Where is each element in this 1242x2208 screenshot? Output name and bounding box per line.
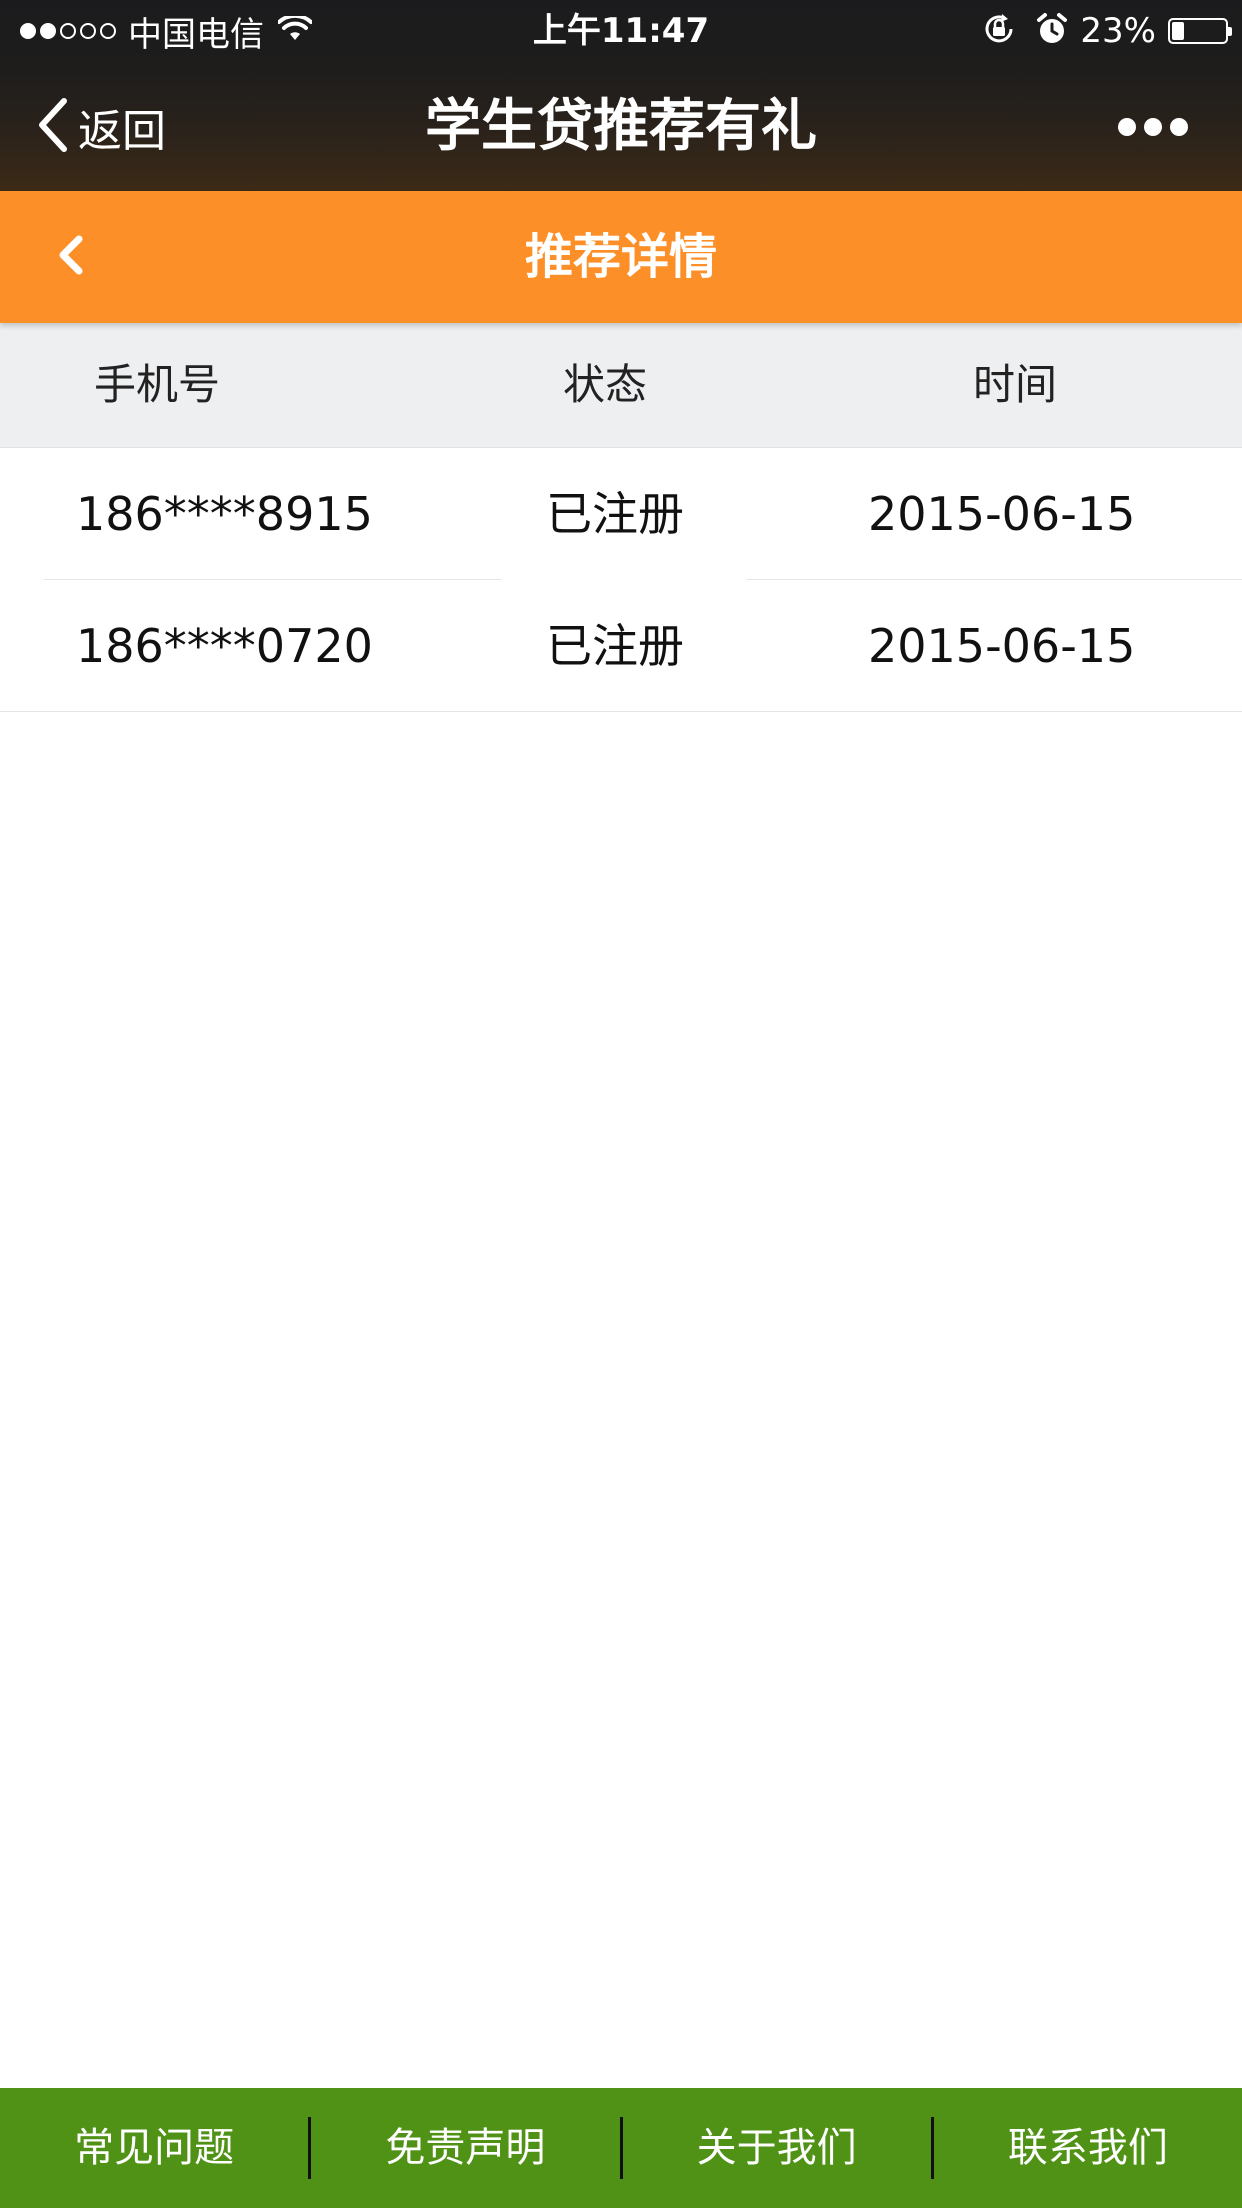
column-header-phone: 手机号 (94, 360, 221, 409)
column-header-status: 状态 (562, 360, 647, 409)
about-us-link[interactable]: 关于我们 (623, 2088, 931, 2208)
bottom-menu: 常见问题 免责声明 关于我们 联系我们 (0, 2088, 1242, 2208)
battery-percent: 23% (1080, 11, 1156, 51)
disclaimer-link[interactable]: 免责声明 (311, 2088, 619, 2208)
back-label: 返回 (78, 106, 166, 157)
back-button[interactable]: 返回 (36, 92, 166, 162)
page-title: 学生贷推荐有礼 (425, 94, 817, 159)
status-right: 23% (982, 8, 1232, 54)
row-divider (0, 711, 1242, 712)
phone-cell: 186****8915 (76, 487, 373, 541)
table-row: 186****0720 已注册 2015-06-15 (0, 580, 1242, 712)
phone-cell: 186****0720 (76, 619, 373, 673)
orientation-lock-icon (982, 12, 1016, 50)
table-row: 186****8915 已注册 2015-06-15 (0, 448, 1242, 580)
table-header: 手机号 状态 时间 (0, 323, 1242, 448)
top-bar-area: 中国电信 上午11:47 23% 返回 学生贷推荐有礼 (0, 0, 1242, 191)
more-options-button[interactable] (1118, 110, 1188, 144)
detail-header: 推荐详情 (0, 191, 1242, 323)
chevron-left-icon (36, 95, 70, 159)
status-cell: 已注册 (546, 487, 684, 541)
contact-us-link[interactable]: 联系我们 (934, 2088, 1242, 2208)
battery-icon (1168, 18, 1232, 44)
column-header-time: 时间 (972, 360, 1057, 409)
more-dots-icon (1118, 118, 1136, 136)
status-bar: 中国电信 上午11:47 23% (0, 0, 1242, 62)
time-cell: 2015-06-15 (868, 487, 1136, 541)
status-cell: 已注册 (546, 619, 684, 673)
navigation-bar: 返回 学生贷推荐有礼 (0, 62, 1242, 191)
alarm-icon (1036, 12, 1068, 50)
faq-link[interactable]: 常见问题 (0, 2088, 308, 2208)
time-cell: 2015-06-15 (868, 619, 1136, 673)
detail-title: 推荐详情 (524, 229, 717, 285)
